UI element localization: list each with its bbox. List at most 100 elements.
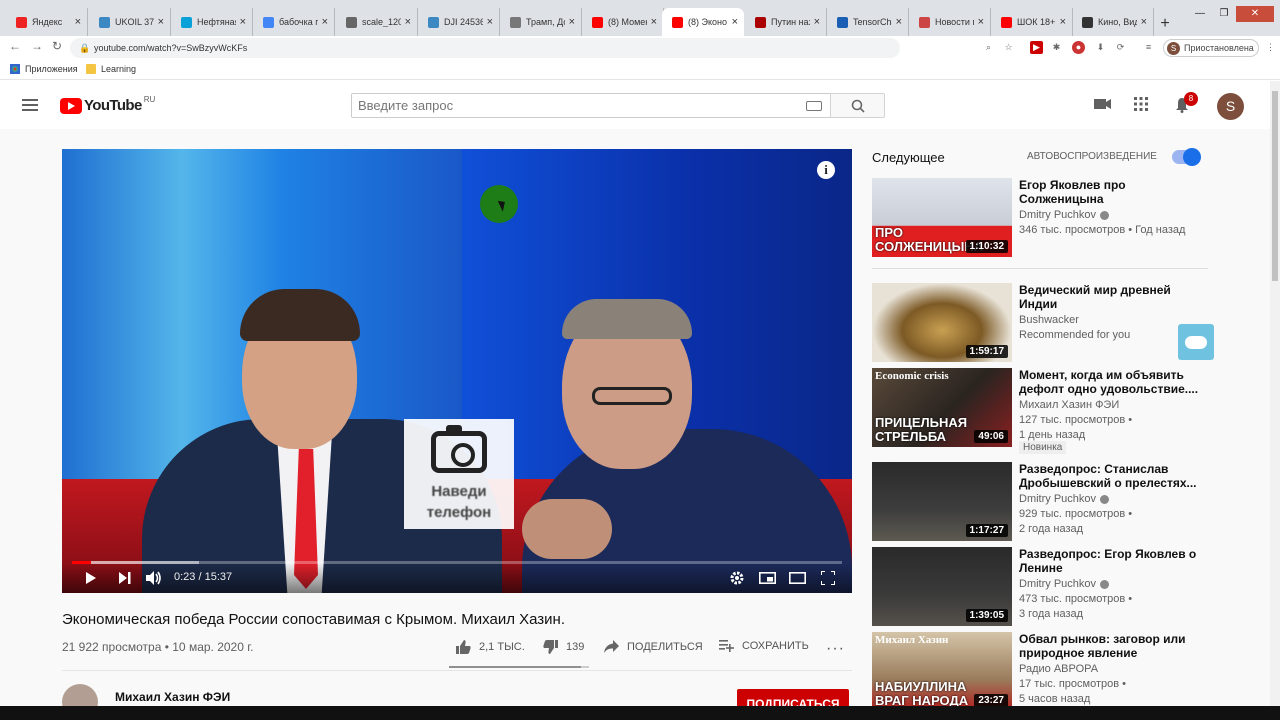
url-field[interactable]: 🔒 youtube.com/watch?v=SwBzyvWcKFs: [70, 38, 900, 58]
minimize-button[interactable]: —: [1188, 6, 1212, 22]
settings-gear-icon[interactable]: [730, 571, 744, 585]
browser-tab[interactable]: TensorCha ×: [827, 8, 909, 36]
volume-icon[interactable]: [146, 571, 162, 585]
bookmark-label: Приложения: [25, 64, 78, 74]
apps-grid-icon[interactable]: [1134, 97, 1148, 111]
reload-icon[interactable]: ↻: [52, 39, 62, 53]
dislike-button[interactable]: 139: [543, 640, 584, 654]
browser-tab[interactable]: DJI 24536 ×: [418, 8, 500, 36]
browser-tab[interactable]: Яндекс ×: [6, 8, 88, 36]
theater-mode-icon[interactable]: [789, 572, 806, 584]
more-actions-icon[interactable]: ···: [826, 640, 845, 658]
tab-close-icon[interactable]: ×: [487, 16, 493, 28]
play-icon[interactable]: [85, 572, 97, 584]
duration-badge: 1:10:32: [965, 240, 1008, 253]
tab-close-icon[interactable]: ×: [1060, 16, 1066, 28]
tab-close-icon[interactable]: ×: [569, 16, 575, 28]
recommendation-item[interactable]: ПРО СОЛЖЕНИЦЫНА 1:10:32 Егор Яковлев про С…: [872, 178, 1208, 258]
recommendation-title[interactable]: Обвал рынков: заговор или природное явле…: [1019, 632, 1199, 660]
forward-icon[interactable]: →: [31, 39, 43, 53]
create-video-icon[interactable]: [1094, 97, 1112, 111]
keyboard-icon[interactable]: [806, 101, 822, 111]
channel-name: Bushwacker: [1019, 314, 1079, 326]
tab-title: (8) Момен: [608, 17, 647, 27]
bookmark-apps[interactable]: Приложения: [10, 64, 78, 74]
miniplayer-icon[interactable]: [759, 572, 776, 584]
recommendation-item[interactable]: 1:17:27 Разведопрос: Станислав Дробышевск…: [872, 462, 1208, 542]
channel-name[interactable]: Михаил Хазин ФЭИ: [115, 690, 230, 704]
maximize-button[interactable]: ❐: [1212, 6, 1236, 22]
tab-close-icon[interactable]: ×: [405, 16, 411, 28]
youtube-logo[interactable]: YouTube RU: [60, 95, 155, 114]
search-button[interactable]: [830, 93, 885, 118]
recommendation-title[interactable]: Разведопрос: Станислав Дробышевский о пр…: [1019, 462, 1199, 490]
tab-close-icon[interactable]: ×: [240, 16, 246, 28]
browser-tab[interactable]: Нефтяная ×: [171, 8, 253, 36]
sync-icon[interactable]: ⟳: [1114, 41, 1127, 54]
extension-icon[interactable]: ▶: [1030, 41, 1043, 54]
recommendation-title[interactable]: Разведопрос: Егор Яковлев о Ленине: [1019, 547, 1199, 575]
save-button[interactable]: СОХРАНИТЬ: [719, 640, 809, 652]
media-icon[interactable]: ≡: [1142, 41, 1155, 54]
fullscreen-icon[interactable]: [821, 571, 835, 585]
browser-tab[interactable]: ШОК 18+ ×: [991, 8, 1073, 36]
browser-tab[interactable]: (8) Момен ×: [582, 8, 664, 36]
cloud-upload-icon[interactable]: [1178, 324, 1214, 360]
profile-button[interactable]: S Приостановлена: [1163, 39, 1259, 57]
browser-tab[interactable]: Новости п ×: [909, 8, 991, 36]
verified-icon: [1100, 494, 1110, 504]
search-input[interactable]: [352, 94, 792, 117]
recommendation-item[interactable]: Михаил Хазин НАБИУЛЛИНА ВРАГ НАРОДА 23:27 О…: [872, 632, 1208, 712]
star-icon[interactable]: ☆: [1002, 41, 1015, 54]
close-window-button[interactable]: ✕: [1236, 6, 1274, 22]
tab-favicon-icon: [181, 16, 192, 28]
video-thumbnail[interactable]: Михаил Хазин НАБИУЛЛИНА ВРАГ НАРОДА 23:27: [872, 632, 1012, 711]
recommendation-title[interactable]: Момент, когда им объявить дефолт одно уд…: [1019, 368, 1199, 396]
tab-close-icon[interactable]: ×: [896, 16, 902, 28]
new-tab-button[interactable]: +: [1155, 14, 1175, 34]
account-avatar[interactable]: S: [1217, 93, 1244, 120]
download-icon[interactable]: ⬇: [1094, 41, 1107, 54]
tab-close-icon[interactable]: ×: [158, 16, 164, 28]
extension-puzzle-icon[interactable]: ✱: [1050, 41, 1063, 54]
progress-bar[interactable]: [72, 561, 842, 564]
next-icon[interactable]: [119, 572, 131, 584]
back-icon[interactable]: ←: [9, 39, 21, 53]
browser-tab[interactable]: (8) Эконо ×: [662, 8, 744, 36]
video-thumbnail[interactable]: 1:59:17: [872, 283, 1012, 362]
browser-tab[interactable]: Кино, Вид ×: [1072, 8, 1154, 36]
recommendation-item[interactable]: 1:39:05 Разведопрос: Егор Яковлев о Ленин…: [872, 547, 1208, 627]
like-button[interactable]: 2,1 ТЫС.: [456, 640, 525, 654]
views-and-date: 21 922 просмотра • 10 мар. 2020 г.: [62, 640, 254, 654]
browser-tab[interactable]: бабочка п ×: [253, 8, 335, 36]
autoplay-toggle[interactable]: [1172, 148, 1201, 166]
hamburger-menu-icon[interactable]: [22, 99, 38, 111]
tab-close-icon[interactable]: ×: [1141, 16, 1147, 28]
recommendation-title[interactable]: Ведический мир древней Индии: [1019, 283, 1199, 311]
page-scrollbar[interactable]: [1270, 81, 1280, 706]
recommendation-title[interactable]: Егор Яковлев про Солженицына: [1019, 178, 1199, 206]
tab-close-icon[interactable]: ×: [814, 16, 820, 28]
video-thumbnail[interactable]: ПРО СОЛЖЕНИЦЫНА 1:10:32: [872, 178, 1012, 257]
recommendation-item[interactable]: Economic crisis ПРИЦЕЛЬНАЯ СТРЕЛЬБА 49:06 М…: [872, 368, 1208, 454]
tab-close-icon[interactable]: ×: [322, 16, 328, 28]
tab-close-icon[interactable]: ×: [732, 16, 738, 28]
video-thumbnail[interactable]: 1:17:27: [872, 462, 1012, 541]
video-thumbnail[interactable]: 1:39:05: [872, 547, 1012, 626]
browser-tab[interactable]: Трамп, До ×: [500, 8, 582, 36]
tab-close-icon[interactable]: ×: [651, 16, 657, 28]
recommendation-item[interactable]: 1:59:17 Ведический мир древней Индии Bushw…: [872, 283, 1208, 363]
video-thumbnail[interactable]: Economic crisis ПРИЦЕЛЬНАЯ СТРЕЛЬБА 49:06: [872, 368, 1012, 447]
browser-tab[interactable]: scale_1200 ×: [336, 8, 418, 36]
bookmark-learning[interactable]: Learning: [86, 64, 136, 74]
adblock-icon[interactable]: ●: [1072, 41, 1085, 54]
menu-kebab-icon[interactable]: ⋮: [1264, 41, 1277, 54]
info-icon[interactable]: i: [817, 161, 835, 179]
zoom-icon[interactable]: ⌕: [982, 41, 995, 54]
duration-badge: 1:39:05: [965, 609, 1008, 622]
share-button[interactable]: ПОДЕЛИТЬСЯ: [604, 640, 703, 653]
browser-tab[interactable]: UKOIL 37.8 ×: [89, 8, 171, 36]
browser-tab[interactable]: Путин наз ×: [745, 8, 827, 36]
tab-close-icon[interactable]: ×: [978, 16, 984, 28]
tab-close-icon[interactable]: ×: [75, 16, 81, 28]
